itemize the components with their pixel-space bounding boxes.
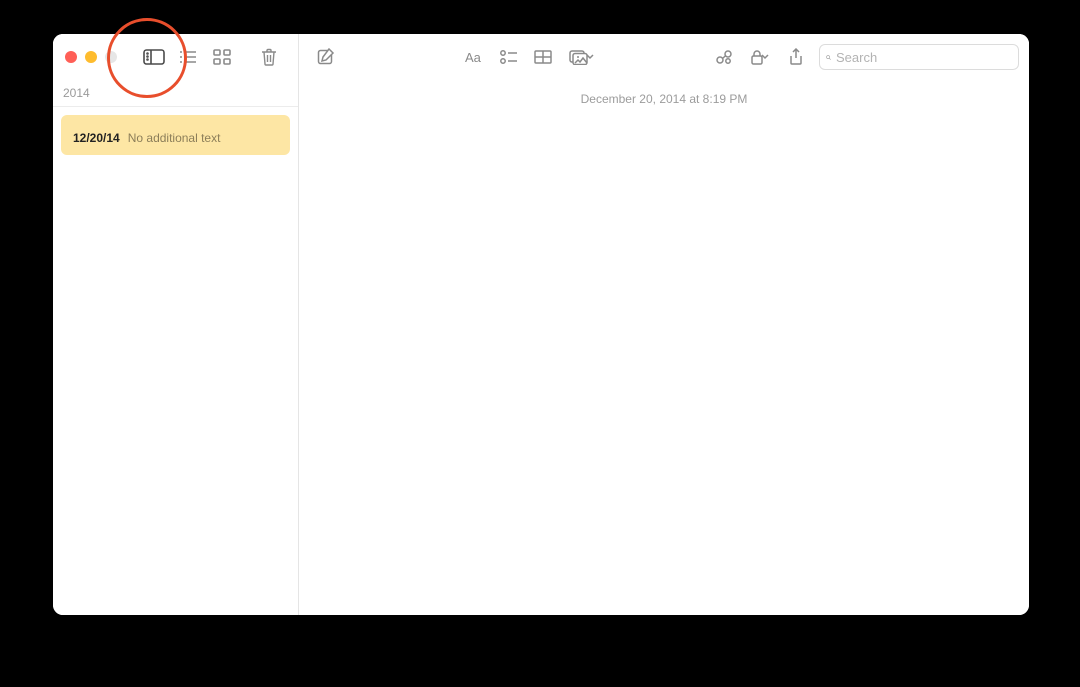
checklist-icon: [500, 50, 518, 64]
list-view-button[interactable]: [171, 43, 205, 71]
link-note-button[interactable]: [707, 43, 741, 71]
gallery-view-icon: [213, 49, 231, 65]
chevron-down-icon: [585, 53, 595, 61]
editor-pane: Aa: [299, 34, 1029, 615]
format-button[interactable]: Aa: [458, 43, 492, 71]
share-button[interactable]: [779, 43, 813, 71]
window-controls: [65, 51, 117, 63]
sidebar-toggle-icon: [143, 49, 165, 65]
search-field[interactable]: [819, 44, 1019, 70]
search-input[interactable]: [836, 50, 1012, 65]
note-preview: No additional text: [128, 131, 221, 145]
note-editor[interactable]: [299, 108, 1029, 615]
toolbar-right: Aa: [299, 34, 1029, 80]
window-zoom-button[interactable]: [105, 51, 117, 63]
compose-icon: [317, 48, 335, 66]
delete-note-button[interactable]: [252, 43, 286, 71]
window-minimize-button[interactable]: [85, 51, 97, 63]
note-timestamp: December 20, 2014 at 8:19 PM: [299, 80, 1029, 108]
lock-note-button[interactable]: [741, 43, 779, 71]
list-view-icon: [179, 50, 197, 64]
new-note-button[interactable]: [309, 43, 343, 71]
notes-window: 2014 12/20/14 No additional text: [53, 34, 1029, 615]
media-menu-button[interactable]: [560, 43, 604, 71]
share-icon: [789, 48, 803, 66]
notes-list: 12/20/14 No additional text: [53, 107, 298, 163]
note-list-item[interactable]: 12/20/14 No additional text: [61, 115, 290, 155]
window-close-button[interactable]: [65, 51, 77, 63]
trash-icon: [261, 48, 277, 66]
table-button[interactable]: [526, 43, 560, 71]
chevron-down-icon: [760, 53, 770, 61]
notes-group-header: 2014: [53, 80, 298, 107]
note-date: 12/20/14: [73, 131, 120, 145]
sidebar-pane: 2014 12/20/14 No additional text: [53, 34, 299, 615]
search-icon: [826, 51, 831, 64]
checklist-button[interactable]: [492, 43, 526, 71]
format-text-icon: Aa: [465, 50, 485, 64]
link-icon: [715, 49, 733, 65]
gallery-view-button[interactable]: [205, 43, 239, 71]
toggle-sidebar-button[interactable]: [137, 43, 171, 71]
table-icon: [534, 50, 552, 64]
toolbar-left: [53, 34, 298, 80]
svg-text:Aa: Aa: [465, 50, 482, 64]
